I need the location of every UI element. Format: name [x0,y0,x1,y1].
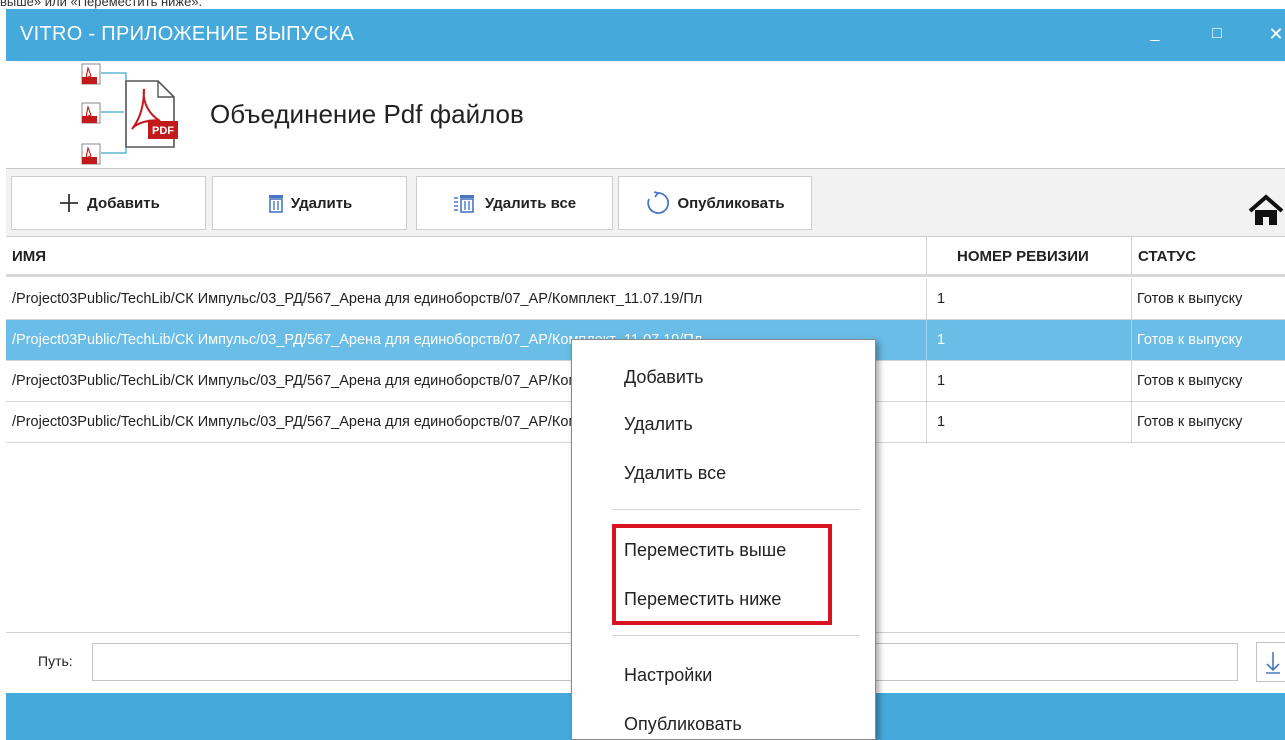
menu-item-settings[interactable]: Настройки [624,665,712,686]
page-caption: выше» или «Переместить ниже». [0,0,203,9]
delete-all-button-label: Удалить все [484,194,577,212]
column-header-revision[interactable]: НОМЕР РЕВИЗИИ [926,237,1131,275]
pdf-merge-logo: PDF [81,63,178,165]
maximize-button[interactable]: □ [1206,23,1228,45]
delete-button[interactable]: Удалить [212,176,407,230]
menu-item-move-up[interactable]: Переместить выше [624,540,786,561]
row-status-cell: Готов к выпуску [1131,361,1285,401]
trash-icon [268,195,283,213]
table-header: ИМЯ НОМЕР РЕВИЗИИ СТАТУС [6,237,1285,277]
path-label: Путь: [38,653,73,669]
row-revision-cell: 1 [926,279,1131,319]
row-status-cell: Готов к выпуску [1131,279,1285,319]
menu-item-publish[interactable]: Опубликовать [624,714,742,735]
menu-item-delete-all[interactable]: Удалить все [624,463,726,484]
publish-button[interactable]: Опубликовать [618,176,812,230]
trash-all-icon [453,195,474,213]
column-header-status[interactable]: СТАТУС [1131,237,1285,275]
row-status-cell: Готов к выпуску [1131,320,1285,360]
menu-item-delete[interactable]: Удалить [624,414,693,435]
plus-icon [60,194,79,212]
close-button[interactable]: ✕ [1265,23,1285,45]
title-bar: VITRO - ПРИЛОЖЕНИЕ ВЫПУСКА _ □ ✕ [6,9,1285,61]
row-revision-cell: 1 [926,361,1131,401]
menu-separator [612,635,860,636]
delete-all-button[interactable]: Удалить все [416,176,613,230]
add-button-label: Добавить [87,194,160,212]
menu-item-add[interactable]: Добавить [624,367,704,388]
toolbar: Добавить Удалить Удалить все Опубликоват… [6,169,1285,237]
row-revision-cell: 1 [926,320,1131,360]
publish-button-label: Опубликовать [677,194,785,212]
app-title: Объединение Pdf файлов [210,99,524,129]
add-button[interactable]: Добавить [11,176,206,230]
context-menu: Добавить Удалить Удалить все Переместить… [571,339,876,740]
row-name-cell: /Project03Public/TechLib/СК Импульс/03_Р… [12,291,703,307]
download-icon [1266,652,1280,674]
row-status-cell: Готов к выпуску [1131,402,1285,442]
menu-item-move-down[interactable]: Переместить ниже [624,589,781,610]
app-header: PDF Объединение Pdf файлов [6,61,1285,169]
logo-badge-text: PDF [152,125,174,137]
table-row[interactable]: /Project03Public/TechLib/СК Импульс/03_Р… [6,279,1285,320]
window-title: VITRO - ПРИЛОЖЕНИЕ ВЫПУСКА [20,23,355,45]
minimize-button[interactable]: _ [1144,23,1166,45]
row-revision-cell: 1 [926,402,1131,442]
publish-refresh-icon [647,191,670,214]
home-icon[interactable] [1246,191,1285,231]
menu-separator [612,509,860,510]
download-button[interactable] [1256,642,1285,682]
delete-button-label: Удалить [290,194,353,212]
column-header-name[interactable]: ИМЯ [6,237,926,275]
